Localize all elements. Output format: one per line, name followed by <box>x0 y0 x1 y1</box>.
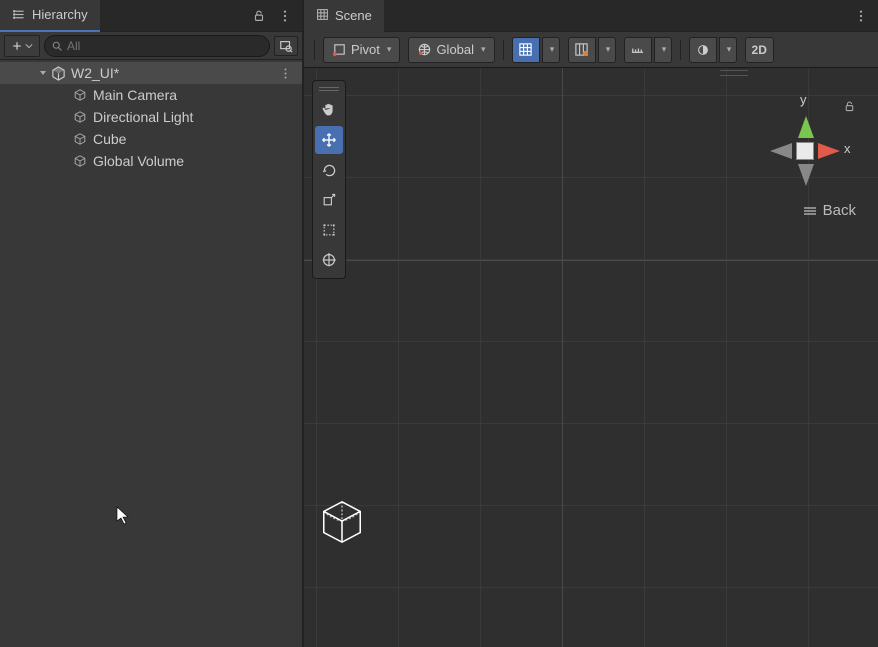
increment-snap-dropdown[interactable]: ▾ <box>654 37 672 63</box>
kebab-menu-icon[interactable] <box>276 64 294 82</box>
snap-button[interactable] <box>568 37 596 63</box>
snap-group: ▾ <box>568 37 616 63</box>
tree-item-label: Global Volume <box>93 153 184 169</box>
orientation-gizmo[interactable]: y x <box>750 86 860 186</box>
drag-handle-icon[interactable] <box>319 87 339 91</box>
snap-dropdown[interactable]: ▾ <box>598 37 616 63</box>
hierarchy-search[interactable] <box>44 35 270 57</box>
back-text: Back <box>823 202 856 219</box>
tree-item-label: Cube <box>93 131 126 147</box>
move-tool[interactable] <box>315 126 343 154</box>
global-button[interactable]: Global ▾ <box>408 37 494 63</box>
dropdown-arrow-icon: ▾ <box>550 44 555 55</box>
hierarchy-tab[interactable]: Hierarchy <box>0 0 100 32</box>
menu-lines-icon <box>803 206 817 216</box>
view-direction-label[interactable]: Back <box>803 202 856 219</box>
search-input[interactable] <box>67 39 263 53</box>
grid-axis-vertical <box>562 68 563 647</box>
lock-icon[interactable] <box>843 100 856 118</box>
gizmo-center[interactable] <box>796 142 814 160</box>
hierarchy-toolbar <box>0 32 302 60</box>
scene-search-button[interactable] <box>274 36 298 56</box>
lock-icon[interactable] <box>250 7 268 25</box>
axis-y-negative[interactable] <box>798 164 814 186</box>
tree-item[interactable]: Directional Light <box>0 106 302 128</box>
tree-item-label: Directional Light <box>93 109 193 125</box>
grid-axis-horizontal <box>304 260 878 261</box>
scene-name-label: W2_UI* <box>71 65 119 81</box>
gameobject-cube-icon <box>72 153 88 169</box>
scene-tab[interactable]: Scene <box>304 0 384 32</box>
scene-cube-gizmo[interactable] <box>318 498 368 548</box>
scale-tool[interactable] <box>315 186 343 214</box>
hierarchy-tree: W2_UI* Main Camera Directional Light <box>0 60 302 647</box>
axis-x-label: x <box>844 141 851 156</box>
kebab-menu-icon[interactable] <box>852 7 870 25</box>
rotate-tool[interactable] <box>315 156 343 184</box>
dropdown-arrow-icon: ▾ <box>727 44 732 55</box>
search-icon <box>51 40 63 52</box>
tree-scene-root[interactable]: W2_UI* <box>0 62 302 84</box>
grid-snap-group: ▾ <box>512 37 560 63</box>
gameobject-cube-icon <box>72 131 88 147</box>
scene-tab-label: Scene <box>335 8 372 23</box>
increment-snap-button[interactable] <box>624 37 652 63</box>
mode-2d-label: 2D <box>752 43 767 57</box>
transform-tool-strip <box>312 80 346 279</box>
unity-scene-icon <box>50 65 66 81</box>
kebab-menu-icon[interactable] <box>276 7 294 25</box>
tree-item[interactable]: Cube <box>0 128 302 150</box>
axis-x-negative[interactable] <box>770 143 792 159</box>
scene-tab-bar: Scene <box>304 0 878 32</box>
axis-y-label: y <box>800 92 807 107</box>
axis-x-positive[interactable] <box>818 143 840 159</box>
dropdown-arrow-icon: ▾ <box>606 44 611 55</box>
draw-mode-button[interactable] <box>689 37 717 63</box>
increment-snap-group: ▾ <box>624 37 672 63</box>
scene-viewport[interactable]: y x Back <box>304 68 878 647</box>
pivot-button[interactable]: Pivot ▾ <box>323 37 400 63</box>
hierarchy-panel: Hierarchy <box>0 0 304 647</box>
scene-toolbar: Pivot ▾ Global ▾ ▾ ▾ <box>304 32 878 68</box>
grid-visibility-button[interactable] <box>512 37 540 63</box>
grid-icon <box>316 8 329 24</box>
tree-item[interactable]: Global Volume <box>0 150 302 172</box>
drag-handle-icon[interactable] <box>720 70 748 76</box>
dropdown-arrow-icon: ▾ <box>481 44 486 55</box>
hierarchy-list-icon <box>12 8 26 22</box>
transform-tool[interactable] <box>315 246 343 274</box>
draw-mode-group: ▾ <box>689 37 737 63</box>
tree-item-label: Main Camera <box>93 87 177 103</box>
dropdown-arrow-icon: ▾ <box>662 44 667 55</box>
rect-tool[interactable] <box>315 216 343 244</box>
gameobject-cube-icon <box>72 109 88 125</box>
axis-y-positive[interactable] <box>798 116 814 138</box>
hierarchy-tab-bar: Hierarchy <box>0 0 302 32</box>
hierarchy-tab-label: Hierarchy <box>32 7 88 22</box>
dropdown-arrow-icon: ▾ <box>387 44 392 55</box>
mode-2d-button[interactable]: 2D <box>745 37 774 63</box>
draw-mode-dropdown[interactable]: ▾ <box>719 37 737 63</box>
scene-panel: Scene Pivot ▾ Global ▾ ▾ <box>304 0 878 647</box>
grid-visibility-dropdown[interactable]: ▾ <box>542 37 560 63</box>
expand-arrow-icon[interactable] <box>36 66 50 80</box>
global-label: Global <box>436 42 474 57</box>
hand-tool[interactable] <box>315 96 343 124</box>
create-button[interactable] <box>4 35 40 57</box>
pivot-label: Pivot <box>351 42 380 57</box>
gameobject-cube-icon <box>72 87 88 103</box>
tree-item[interactable]: Main Camera <box>0 84 302 106</box>
